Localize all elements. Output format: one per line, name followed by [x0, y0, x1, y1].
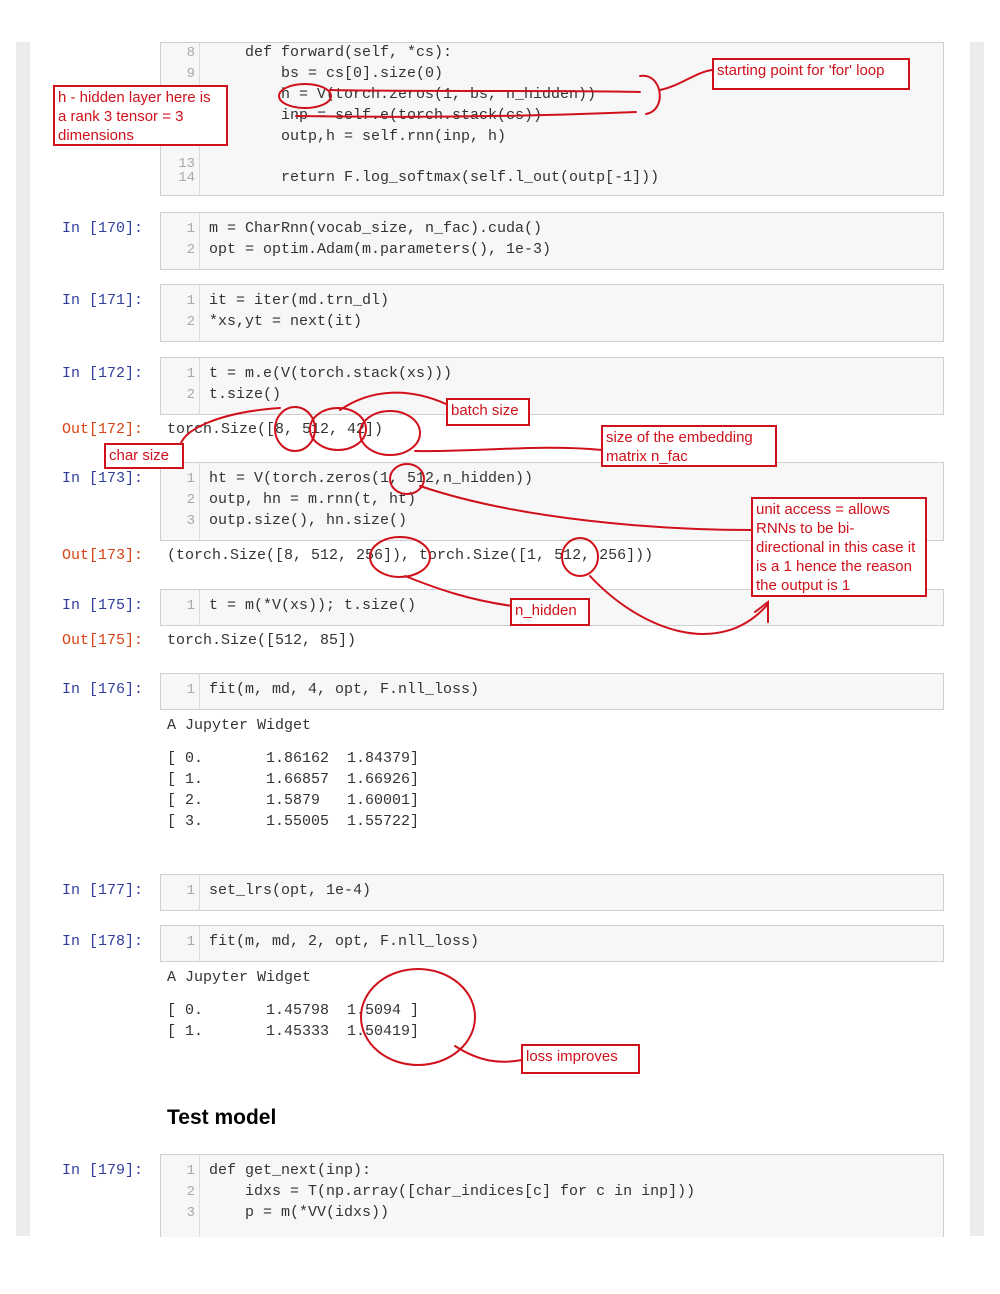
line-number: 1 — [186, 883, 195, 899]
fit-output-row: [ 2. 1.5879 1.60001] — [167, 792, 420, 809]
line-number: 2 — [186, 1184, 195, 1200]
code-line: ht = V(torch.zeros(1, 512,n_hidden)) — [209, 470, 534, 487]
annotation-embedding: size of the embedding matrix n_fac — [601, 425, 777, 467]
output-text: (torch.Size([8, 512, 256]), torch.Size([… — [167, 547, 654, 564]
input-prompt: In [175]: — [62, 597, 144, 614]
line-number: 8 — [186, 45, 195, 61]
line-number: 1 — [186, 1163, 195, 1179]
annotation-for-loop: starting point for 'for' loop — [712, 58, 910, 90]
line-number: 3 — [186, 513, 195, 529]
line-number: 2 — [186, 242, 195, 258]
input-prompt: In [173]: — [62, 470, 144, 487]
code-line: return F.log_softmax(self.l_out(outp[-1]… — [209, 169, 660, 186]
line-number: 3 — [186, 1205, 195, 1221]
code-line: m = CharRnn(vocab_size, n_fac).cuda() — [209, 220, 543, 237]
code-cell-171[interactable]: 1 2 it = iter(md.trn_dl) *xs,yt = next(i… — [160, 284, 944, 342]
code-line: fit(m, md, 2, opt, F.nll_loss) — [209, 933, 480, 950]
code-line: outp,h = self.rnn(inp, h) — [209, 128, 507, 145]
code-line: outp.size(), hn.size() — [209, 512, 408, 529]
code-line: h = V(torch.zeros(1, bs, n_hidden)) — [209, 86, 597, 103]
code-line: outp, hn = m.rnn(t, ht) — [209, 491, 417, 508]
code-line: inp = self.e(torch.stack(cs)) — [209, 107, 543, 124]
code-line: t = m(*V(xs)); t.size() — [209, 597, 417, 614]
code-line: t.size() — [209, 386, 282, 403]
line-number: 2 — [186, 314, 195, 330]
code-line: set_lrs(opt, 1e-4) — [209, 882, 372, 899]
code-line: it = iter(md.trn_dl) — [209, 292, 390, 309]
widget-placeholder: A Jupyter Widget — [167, 717, 312, 734]
input-prompt: In [177]: — [62, 882, 144, 899]
line-number: 1 — [186, 934, 195, 950]
input-prompt: In [176]: — [62, 681, 144, 698]
line-number: 1 — [186, 682, 195, 698]
code-line: def get_next(inp): — [209, 1162, 372, 1179]
output-prompt: Out[172]: — [62, 421, 144, 438]
input-prompt: In [172]: — [62, 365, 144, 382]
line-number: 1 — [186, 598, 195, 614]
annotation-hidden-layer: h - hidden layer here is a rank 3 tensor… — [53, 85, 228, 146]
code-cell-172[interactable]: 1 2 t = m.e(V(torch.stack(xs))) t.size() — [160, 357, 944, 415]
code-cell-177[interactable]: 1 set_lrs(opt, 1e-4) — [160, 874, 944, 911]
line-number: 1 — [186, 471, 195, 487]
line-number: 2 — [186, 492, 195, 508]
code-line: p = m(*VV(idxs)) — [209, 1204, 390, 1221]
annotation-loss-improves: loss improves — [521, 1044, 640, 1074]
fit-output-row: [ 3. 1.55005 1.55722] — [167, 813, 420, 830]
code-line: idxs = T(np.array([char_indices[c] for c… — [209, 1183, 696, 1200]
annotation-batch-size: batch size — [446, 398, 530, 426]
input-prompt: In [170]: — [62, 220, 144, 237]
page-edge-left — [16, 42, 30, 1236]
fit-output-row: [ 0. 1.86162 1.84379] — [167, 750, 420, 767]
fit-output-row: [ 1. 1.45333 1.50419] — [167, 1023, 420, 1040]
code-line: t = m.e(V(torch.stack(xs))) — [209, 365, 453, 382]
section-heading: Test model — [167, 1106, 277, 1129]
code-cell-176[interactable]: 1 fit(m, md, 4, opt, F.nll_loss) — [160, 673, 944, 710]
code-line: *xs,yt = next(it) — [209, 313, 363, 330]
output-text: torch.Size([512, 85]) — [167, 632, 357, 649]
input-prompt: In [179]: — [62, 1162, 144, 1179]
line-number: 1 — [186, 221, 195, 237]
output-text: torch.Size([8, 512, 42]) — [167, 421, 384, 438]
line-number: 9 — [186, 66, 195, 82]
code-cell-178[interactable]: 1 fit(m, md, 2, opt, F.nll_loss) — [160, 925, 944, 962]
fit-output-row: [ 0. 1.45798 1.5094 ] — [167, 1002, 420, 1019]
output-prompt: Out[175]: — [62, 632, 144, 649]
line-number: 14 — [178, 170, 195, 186]
ink-leader-loss — [454, 1045, 523, 1063]
annotation-char-size: char size — [104, 443, 184, 469]
code-cell-170[interactable]: 1 2 m = CharRnn(vocab_size, n_fac).cuda(… — [160, 212, 944, 270]
line-number: 1 — [186, 293, 195, 309]
code-line: opt = optim.Adam(m.parameters(), 1e-3) — [209, 241, 552, 258]
line-number: 2 — [186, 387, 195, 403]
code-cell-179[interactable]: 1 2 3 def get_next(inp): idxs = T(np.arr… — [160, 1154, 944, 1237]
output-prompt: Out[173]: — [62, 547, 144, 564]
annotation-unit-access: unit access = allows RNNs to be bi-direc… — [751, 497, 927, 597]
input-prompt: In [171]: — [62, 292, 144, 309]
line-number: 1 — [186, 366, 195, 382]
code-line: fit(m, md, 4, opt, F.nll_loss) — [209, 681, 480, 698]
ink-leader-embed — [414, 446, 603, 453]
code-line: def forward(self, *cs): — [209, 44, 453, 61]
input-prompt: In [178]: — [62, 933, 144, 950]
annotation-n-hidden: n_hidden — [510, 598, 590, 626]
fit-output-row: [ 1. 1.66857 1.66926] — [167, 771, 420, 788]
page-edge-right — [970, 42, 984, 1236]
code-line: bs = cs[0].size(0) — [209, 65, 444, 82]
widget-placeholder: A Jupyter Widget — [167, 969, 312, 986]
